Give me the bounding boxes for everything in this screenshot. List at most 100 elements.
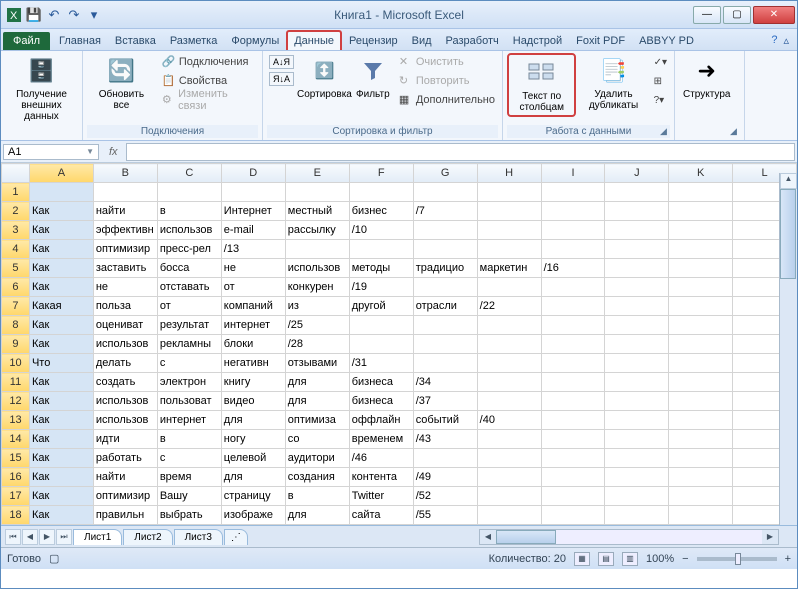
zoom-handle[interactable]: [735, 553, 741, 565]
cell-F6[interactable]: /19: [349, 278, 413, 297]
cell-H17[interactable]: [477, 487, 541, 506]
cell-H2[interactable]: [477, 202, 541, 221]
cell-I1[interactable]: [541, 183, 605, 202]
cell-H1[interactable]: [477, 183, 541, 202]
row-header-6[interactable]: 6: [2, 278, 30, 297]
cell-D4[interactable]: /13: [221, 240, 285, 259]
cell-J12[interactable]: [605, 392, 669, 411]
row-header-5[interactable]: 5: [2, 259, 30, 278]
cell-F12[interactable]: бизнеса: [349, 392, 413, 411]
cell-E13[interactable]: оптимиза: [285, 411, 349, 430]
cell-G15[interactable]: [413, 449, 477, 468]
cell-B2[interactable]: найти: [93, 202, 157, 221]
sort-az-icon[interactable]: А↓Я: [269, 55, 294, 69]
cell-G4[interactable]: [413, 240, 477, 259]
cell-D9[interactable]: блоки: [221, 335, 285, 354]
datavalidation-icon[interactable]: ✓▾: [651, 53, 670, 71]
cell-J13[interactable]: [605, 411, 669, 430]
col-header-F[interactable]: F: [349, 164, 413, 183]
cell-B4[interactable]: оптимизир: [93, 240, 157, 259]
cell-A2[interactable]: Как: [29, 202, 93, 221]
cell-B15[interactable]: работать: [93, 449, 157, 468]
cell-C17[interactable]: Вашу: [157, 487, 221, 506]
cell-I7[interactable]: [541, 297, 605, 316]
cell-A7[interactable]: Какая: [29, 297, 93, 316]
cell-I4[interactable]: [541, 240, 605, 259]
cell-I2[interactable]: [541, 202, 605, 221]
cell-H18[interactable]: [477, 506, 541, 525]
tab-view[interactable]: Вид: [405, 31, 439, 50]
edit-links-button[interactable]: ⚙Изменить связи: [159, 91, 258, 109]
cell-A3[interactable]: Как: [29, 221, 93, 240]
col-header-G[interactable]: G: [413, 164, 477, 183]
cell-F15[interactable]: /46: [349, 449, 413, 468]
cell-K1[interactable]: [669, 183, 733, 202]
cell-J10[interactable]: [605, 354, 669, 373]
cell-J2[interactable]: [605, 202, 669, 221]
last-sheet-icon[interactable]: ⏭: [56, 529, 72, 545]
cell-H9[interactable]: [477, 335, 541, 354]
reapply-button[interactable]: ↻Повторить: [396, 72, 498, 90]
cell-K4[interactable]: [669, 240, 733, 259]
cell-H12[interactable]: [477, 392, 541, 411]
minimize-ribbon-icon[interactable]: ▵: [783, 34, 789, 47]
tab-foxit[interactable]: Foxit PDF: [569, 31, 632, 50]
cell-D3[interactable]: e-mail: [221, 221, 285, 240]
cell-I8[interactable]: [541, 316, 605, 335]
cell-B8[interactable]: оцениват: [93, 316, 157, 335]
cell-A17[interactable]: Как: [29, 487, 93, 506]
cell-C8[interactable]: результат: [157, 316, 221, 335]
cell-F8[interactable]: [349, 316, 413, 335]
cell-K14[interactable]: [669, 430, 733, 449]
cell-A15[interactable]: Как: [29, 449, 93, 468]
cell-G9[interactable]: [413, 335, 477, 354]
cell-B18[interactable]: правильн: [93, 506, 157, 525]
cell-D14[interactable]: ногу: [221, 430, 285, 449]
cell-K15[interactable]: [669, 449, 733, 468]
cell-B16[interactable]: найти: [93, 468, 157, 487]
cell-A11[interactable]: Как: [29, 373, 93, 392]
prev-sheet-icon[interactable]: ◀: [22, 529, 38, 545]
cell-G7[interactable]: отрасли: [413, 297, 477, 316]
cell-C16[interactable]: время: [157, 468, 221, 487]
cell-C6[interactable]: отставать: [157, 278, 221, 297]
undo-icon[interactable]: ↶: [45, 6, 63, 24]
cell-J3[interactable]: [605, 221, 669, 240]
cell-G14[interactable]: /43: [413, 430, 477, 449]
cell-D11[interactable]: книгу: [221, 373, 285, 392]
cell-C12[interactable]: пользоват: [157, 392, 221, 411]
cell-C4[interactable]: пресс-рел: [157, 240, 221, 259]
cell-F7[interactable]: другой: [349, 297, 413, 316]
cell-B11[interactable]: создать: [93, 373, 157, 392]
cell-A12[interactable]: Как: [29, 392, 93, 411]
cell-K6[interactable]: [669, 278, 733, 297]
row-header-4[interactable]: 4: [2, 240, 30, 259]
cell-D6[interactable]: от: [221, 278, 285, 297]
cell-H16[interactable]: [477, 468, 541, 487]
cell-C7[interactable]: от: [157, 297, 221, 316]
cell-E12[interactable]: для: [285, 392, 349, 411]
cell-K16[interactable]: [669, 468, 733, 487]
group-launcher-icon[interactable]: ◢: [660, 126, 672, 138]
cell-G5[interactable]: традицио: [413, 259, 477, 278]
cell-I16[interactable]: [541, 468, 605, 487]
minimize-button[interactable]: ―: [693, 6, 721, 24]
page-layout-icon[interactable]: ▤: [598, 552, 614, 566]
horizontal-scrollbar[interactable]: ◀ ▶: [479, 529, 779, 545]
remove-duplicates-button[interactable]: 📑 Удалить дубликаты: [579, 53, 647, 113]
cell-G3[interactable]: [413, 221, 477, 240]
qat-more-icon[interactable]: ▾: [85, 6, 103, 24]
cell-D18[interactable]: изображе: [221, 506, 285, 525]
cell-E4[interactable]: [285, 240, 349, 259]
row-header-11[interactable]: 11: [2, 373, 30, 392]
cell-D13[interactable]: для: [221, 411, 285, 430]
zoom-slider[interactable]: [697, 557, 777, 561]
cell-E17[interactable]: в: [285, 487, 349, 506]
external-data-button[interactable]: 🗄️ Получение внешних данных: [5, 53, 78, 124]
cell-E5[interactable]: использов: [285, 259, 349, 278]
cell-E9[interactable]: /28: [285, 335, 349, 354]
cell-J4[interactable]: [605, 240, 669, 259]
scroll-right-icon[interactable]: ▶: [762, 532, 778, 541]
zoom-level[interactable]: 100%: [646, 553, 674, 565]
cell-G16[interactable]: /49: [413, 468, 477, 487]
